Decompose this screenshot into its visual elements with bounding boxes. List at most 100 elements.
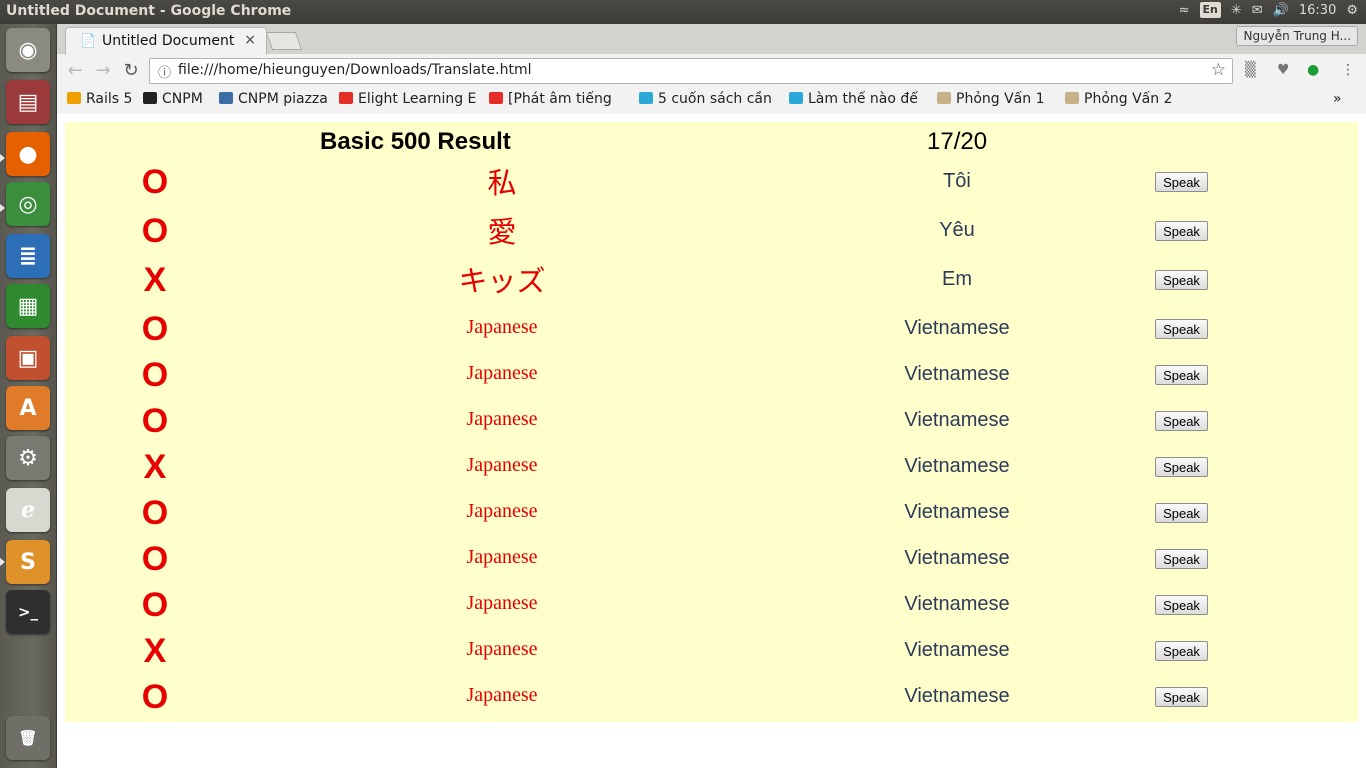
correct-mark: O bbox=[141, 586, 169, 624]
forward-arrow-icon[interactable]: → bbox=[91, 59, 115, 83]
piazza-icon bbox=[219, 92, 233, 104]
correct-mark: O bbox=[141, 540, 169, 578]
bookmark-item[interactable]: Elight Learning E bbox=[339, 91, 479, 111]
result-row: O Japanese Vietnamese Speak bbox=[65, 307, 1358, 353]
speak-button[interactable]: Speak bbox=[1155, 457, 1208, 477]
bookmark-item[interactable]: Phỏng Vấn 2 bbox=[1065, 91, 1185, 111]
speak-button[interactable]: Speak bbox=[1155, 319, 1208, 339]
japanese-word: 私 bbox=[487, 166, 517, 200]
wrong-mark: X bbox=[143, 448, 167, 486]
running-indicator bbox=[0, 558, 5, 566]
correct-mark: O bbox=[141, 310, 169, 348]
speak-button[interactable]: Speak bbox=[1155, 595, 1208, 615]
impress-icon[interactable]: ▣ bbox=[6, 336, 50, 380]
japanese-word: キッズ bbox=[458, 264, 546, 298]
vietnamese-word: Vietnamese bbox=[904, 455, 1010, 477]
trash-icon[interactable]: 🗑 bbox=[6, 716, 50, 760]
power-gear-icon[interactable]: ⚙ bbox=[1346, 3, 1358, 18]
result-row: O Japanese Vietnamese Speak bbox=[65, 353, 1358, 399]
result-row: X キッズ Em Speak bbox=[65, 258, 1358, 304]
bookmark-item[interactable]: [Phát âm tiếng bbox=[489, 91, 625, 111]
bookmark-label: [Phát âm tiếng bbox=[508, 91, 612, 107]
japanese-word: Japanese bbox=[466, 546, 538, 568]
bookmark-label: Rails 5 bbox=[86, 91, 133, 107]
bookmark-label: Phỏng Vấn 1 bbox=[956, 91, 1045, 107]
files-icon[interactable]: ▤ bbox=[6, 80, 50, 124]
info-icon[interactable]: ⓘ bbox=[158, 62, 171, 81]
bookmark-label: Elight Learning E bbox=[358, 91, 477, 107]
vietnamese-word: Vietnamese bbox=[904, 363, 1010, 385]
calc-icon[interactable]: ▦ bbox=[6, 284, 50, 328]
software-center-icon[interactable]: A bbox=[6, 386, 50, 430]
wrong-mark: X bbox=[143, 632, 167, 670]
bookmark-star-icon[interactable]: ☆ bbox=[1211, 60, 1226, 80]
new-tab-button[interactable] bbox=[265, 32, 303, 50]
japanese-word: Japanese bbox=[466, 316, 538, 338]
speak-button[interactable]: Speak bbox=[1155, 641, 1208, 661]
document-viewer-icon[interactable]: ℯ bbox=[6, 488, 50, 532]
chrome-menu-icon[interactable]: ⋮ bbox=[1341, 62, 1355, 78]
result-row: O 私 Tôi Speak bbox=[65, 160, 1358, 206]
vietnamese-word: Vietnamese bbox=[904, 409, 1010, 431]
firefox-icon[interactable]: ● bbox=[6, 132, 50, 176]
tab-strip: 📄 Untitled Document × Nguyễn Trung H... bbox=[57, 24, 1366, 55]
bookmark-item[interactable]: CNPM piazza bbox=[219, 91, 331, 111]
github-icon bbox=[143, 92, 157, 104]
reload-icon[interactable]: ↻ bbox=[119, 59, 143, 83]
chrome-icon[interactable]: ◎ bbox=[6, 182, 50, 226]
rails-icon bbox=[67, 92, 81, 104]
speak-button[interactable]: Speak bbox=[1155, 687, 1208, 707]
system-settings-icon[interactable]: ⚙ bbox=[6, 436, 50, 480]
extension-heart-icon[interactable]: ♥ bbox=[1277, 62, 1290, 78]
vietnamese-word: Vietnamese bbox=[904, 501, 1010, 523]
bookmark-item[interactable]: CNPM bbox=[143, 91, 213, 111]
system-tray: ≈ En ✳ ✉ 🔊 16:30 ⚙ bbox=[1179, 2, 1358, 18]
speak-button[interactable]: Speak bbox=[1155, 172, 1208, 192]
bookmark-item[interactable]: 5 cuốn sách cần bbox=[639, 91, 779, 111]
mail-icon[interactable]: ✉ bbox=[1252, 3, 1263, 18]
volume-icon[interactable]: 🔊 bbox=[1273, 3, 1289, 18]
japanese-word: 愛 bbox=[487, 215, 517, 249]
speak-button[interactable]: Speak bbox=[1155, 270, 1208, 290]
url-text[interactable]: file:///home/hieunguyen/Downloads/Transl… bbox=[178, 62, 531, 78]
address-bar[interactable]: ⓘ file:///home/hieunguyen/Downloads/Tran… bbox=[149, 58, 1233, 84]
keyboard-layout-indicator[interactable]: En bbox=[1199, 2, 1221, 18]
avatar-icon bbox=[937, 92, 951, 104]
close-tab-icon[interactable]: × bbox=[244, 32, 256, 48]
wifi-icon[interactable]: ≈ bbox=[1179, 3, 1190, 18]
clock[interactable]: 16:30 bbox=[1299, 3, 1336, 18]
speak-button[interactable]: Speak bbox=[1155, 503, 1208, 523]
bookmark-item[interactable]: Phỏng Vấn 1 bbox=[937, 91, 1057, 111]
correct-mark: O bbox=[141, 356, 169, 394]
bookmark-label: 5 cuốn sách cần bbox=[658, 91, 772, 107]
back-arrow-icon[interactable]: ← bbox=[63, 59, 87, 83]
result-row: O Japanese Vietnamese Speak bbox=[65, 675, 1358, 721]
bookmark-label: CNPM piazza bbox=[238, 91, 328, 107]
bookmark-item[interactable]: Rails 5 bbox=[67, 91, 137, 111]
writer-icon[interactable]: ≣ bbox=[6, 234, 50, 278]
vietnamese-word: Vietnamese bbox=[904, 639, 1010, 661]
youtube-icon bbox=[339, 92, 353, 104]
terminal-icon[interactable]: >_ bbox=[6, 590, 50, 634]
bookmark-item[interactable]: Làm thế nào để bbox=[789, 91, 927, 111]
speak-button[interactable]: Speak bbox=[1155, 411, 1208, 431]
speak-button[interactable]: Speak bbox=[1155, 365, 1208, 385]
correct-mark: O bbox=[141, 678, 169, 716]
extension-sync-icon[interactable]: ● bbox=[1307, 62, 1319, 78]
profile-button[interactable]: Nguyễn Trung H... bbox=[1236, 26, 1358, 46]
score: 17/20 bbox=[927, 128, 988, 155]
tab-untitled-document[interactable]: 📄 Untitled Document × bbox=[65, 27, 267, 55]
bookmarks-overflow-button[interactable]: » bbox=[1333, 91, 1353, 111]
top-panel: Untitled Document - Google Chrome ≈ En ✳… bbox=[0, 0, 1366, 24]
ubuntu-dash-icon[interactable]: ◉ bbox=[6, 28, 50, 72]
extension-chart-icon[interactable]: ▒ bbox=[1245, 62, 1256, 78]
running-indicator bbox=[0, 204, 5, 212]
browser-toolbar: ← → ↻ ⓘ file:///home/hieunguyen/Download… bbox=[57, 54, 1366, 88]
result-row: X Japanese Vietnamese Speak bbox=[65, 629, 1358, 675]
sublime-text-icon[interactable]: S bbox=[6, 540, 50, 584]
bluetooth-icon[interactable]: ✳ bbox=[1231, 3, 1242, 18]
avatar-icon bbox=[1065, 92, 1079, 104]
speak-button[interactable]: Speak bbox=[1155, 221, 1208, 241]
speak-button[interactable]: Speak bbox=[1155, 549, 1208, 569]
tab-title: Untitled Document bbox=[102, 33, 235, 49]
